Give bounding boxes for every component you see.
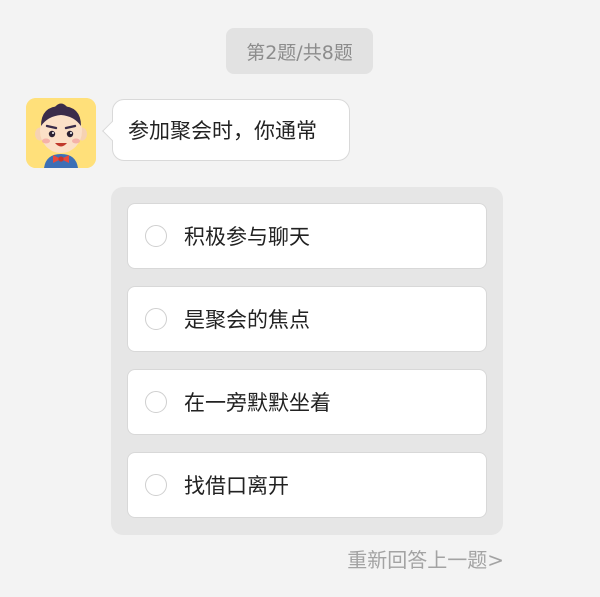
radio-button-icon[interactable] <box>145 474 167 496</box>
radio-button-icon[interactable] <box>145 391 167 413</box>
radio-button-icon[interactable] <box>145 308 167 330</box>
option-2[interactable]: 在一旁默默坐着 <box>127 369 487 435</box>
options-panel: 积极参与聊天 是聚会的焦点 在一旁默默坐着 找借口离开 <box>111 187 503 535</box>
option-label: 找借口离开 <box>184 474 289 498</box>
redo-previous-question-link[interactable]: 重新回答上一题> <box>347 544 504 573</box>
radio-button-icon[interactable] <box>145 225 167 247</box>
option-0[interactable]: 积极参与聊天 <box>127 203 487 269</box>
option-label: 在一旁默默坐着 <box>184 391 331 415</box>
option-label: 积极参与聊天 <box>184 225 310 249</box>
option-label: 是聚会的焦点 <box>184 308 310 332</box>
cartoon-boy-avatar-icon <box>26 98 96 168</box>
avatar <box>26 98 96 168</box>
question-progress-badge: 第2题/共8题 <box>226 28 373 74</box>
question-text: 参加聚会时，你通常 <box>128 119 317 143</box>
option-1[interactable]: 是聚会的焦点 <box>127 286 487 352</box>
question-bubble: 参加聚会时，你通常 <box>112 99 350 161</box>
option-3[interactable]: 找借口离开 <box>127 452 487 518</box>
question-progress-text: 第2题/共8题 <box>246 41 353 64</box>
